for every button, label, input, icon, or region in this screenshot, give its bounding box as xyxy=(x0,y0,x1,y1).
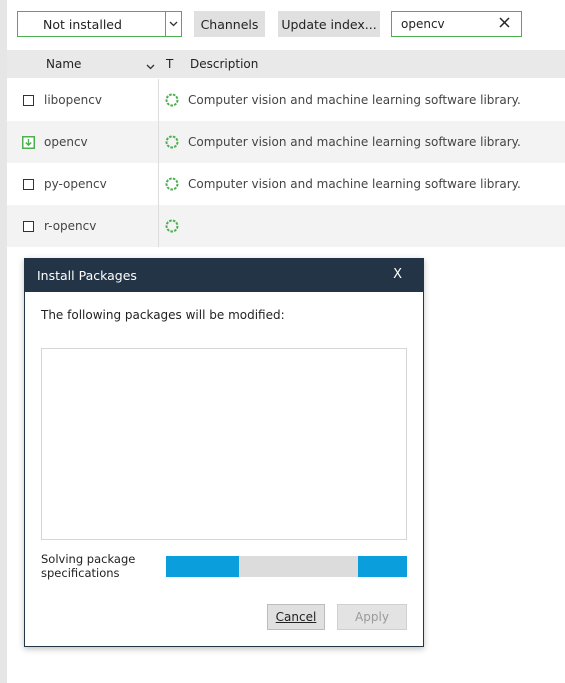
column-divider xyxy=(158,205,159,247)
search-box[interactable] xyxy=(391,11,522,37)
dialog-close-button[interactable]: X xyxy=(393,267,402,282)
package-name: opencv xyxy=(44,135,88,149)
sort-chevron-icon[interactable] xyxy=(146,59,155,73)
progress-bar xyxy=(166,556,407,577)
package-description: Computer vision and machine learning sof… xyxy=(188,93,521,107)
close-icon[interactable] xyxy=(499,17,510,31)
update-index-button[interactable]: Update index... xyxy=(278,11,380,37)
dialog-title: Install Packages xyxy=(37,268,137,283)
status-ring-icon xyxy=(165,93,179,110)
dialog-message: The following packages will be modified: xyxy=(41,308,285,322)
install-packages-dialog: Install Packages X The following package… xyxy=(24,258,424,647)
package-checkbox[interactable] xyxy=(23,179,34,190)
column-header-type[interactable]: T xyxy=(166,57,173,71)
column-divider xyxy=(158,79,159,121)
cancel-button[interactable]: Cancel xyxy=(267,604,325,630)
table-row[interactable]: opencv Computer vision and machine learn… xyxy=(7,121,565,163)
column-divider xyxy=(158,163,159,205)
status-ring-icon xyxy=(165,135,179,152)
package-checkbox[interactable] xyxy=(23,221,34,232)
search-input[interactable] xyxy=(401,17,501,31)
column-header-name[interactable]: Name xyxy=(46,57,81,71)
table-row[interactable]: r-opencv xyxy=(7,205,565,247)
solving-status-text: Solving package specifications xyxy=(41,552,136,580)
table-header: Name T Description xyxy=(7,50,565,78)
filter-select[interactable]: Not installed xyxy=(17,11,182,37)
package-checkbox[interactable] xyxy=(23,95,34,106)
progress-bar-segment xyxy=(166,556,239,577)
package-name: py-opencv xyxy=(44,177,107,191)
column-header-description[interactable]: Description xyxy=(190,57,258,71)
apply-button[interactable]: Apply xyxy=(337,604,407,630)
filter-select-value: Not installed xyxy=(43,16,122,32)
status-ring-icon xyxy=(165,177,179,194)
install-arrow-icon[interactable] xyxy=(22,136,35,152)
left-edge-strip xyxy=(0,0,7,683)
package-name: libopencv xyxy=(44,93,102,107)
table-row[interactable]: py-opencv Computer vision and machine le… xyxy=(7,163,565,205)
chevron-down-icon[interactable] xyxy=(165,12,181,36)
packages-list-box[interactable] xyxy=(41,348,407,540)
progress-bar-segment xyxy=(358,556,407,577)
package-description: Computer vision and machine learning sof… xyxy=(188,135,521,149)
status-ring-icon xyxy=(165,219,179,236)
column-divider xyxy=(158,121,159,163)
table-row[interactable]: libopencv Computer vision and machine le… xyxy=(7,79,565,121)
channels-button[interactable]: Channels xyxy=(194,11,265,37)
package-description: Computer vision and machine learning sof… xyxy=(188,177,521,191)
dialog-titlebar[interactable]: Install Packages X xyxy=(25,259,423,292)
package-name: r-opencv xyxy=(44,219,97,233)
